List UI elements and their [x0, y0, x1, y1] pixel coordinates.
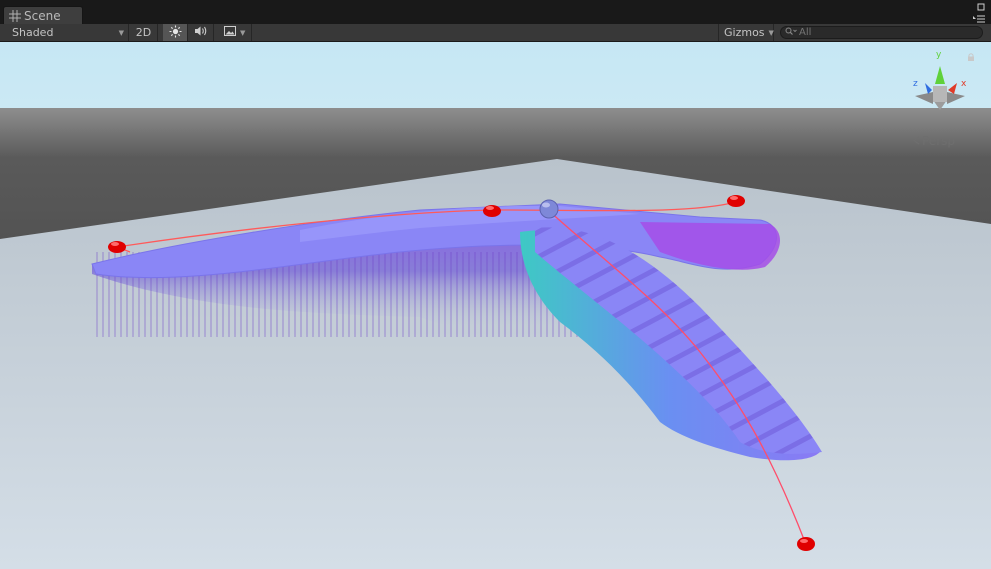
lock-icon[interactable] [966, 52, 976, 62]
scene-render [0, 42, 991, 569]
gizmos-dropdown[interactable]: Gizmos ▼ [718, 24, 774, 41]
control-point[interactable] [108, 241, 126, 253]
chevron-down-icon: ▼ [118, 28, 124, 37]
search-icon [785, 26, 797, 39]
maximize-icon[interactable] [977, 3, 985, 14]
2d-label: 2D [135, 26, 152, 39]
effects-dropdown[interactable]: ▼ [219, 24, 252, 41]
scene-viewport[interactable]: y z x Persp [0, 42, 991, 569]
control-point[interactable] [483, 205, 501, 217]
window-controls [973, 3, 985, 26]
audio-toggle-button[interactable] [189, 24, 214, 41]
chevron-down-icon: ▼ [768, 28, 774, 37]
projection-label: Persp [922, 134, 955, 148]
gizmo-y-label: y [936, 50, 942, 60]
search-field[interactable] [780, 26, 983, 39]
shading-mode-dropdown[interactable]: Shaded ▼ [0, 24, 129, 41]
scene-grid-icon [9, 9, 21, 22]
projection-toggle[interactable]: Persp [912, 134, 955, 148]
image-icon [224, 26, 236, 39]
tab-scene[interactable]: Scene [3, 6, 83, 24]
scene-toolbar: Shaded ▼ 2D ▼ Gizmos ▼ [0, 24, 991, 42]
search-input[interactable] [799, 27, 979, 38]
2d-toggle-button[interactable]: 2D [130, 24, 158, 41]
shading-mode-label: Shaded [12, 26, 54, 39]
control-point[interactable] [727, 195, 745, 207]
gizmos-label: Gizmos [724, 26, 765, 39]
gizmo-x-label: x [961, 79, 967, 89]
speaker-icon [194, 25, 208, 40]
lighting-toggle-button[interactable] [163, 24, 188, 41]
chevron-down-icon: ▼ [240, 28, 246, 37]
tab-strip: Scene [0, 0, 991, 25]
chevron-left-icon [912, 134, 920, 148]
control-point[interactable] [797, 537, 815, 551]
tab-label: Scene [24, 8, 61, 23]
orientation-gizmo[interactable]: y z x [905, 48, 975, 120]
sun-icon [169, 25, 182, 41]
gizmo-z-label: z [913, 79, 918, 89]
